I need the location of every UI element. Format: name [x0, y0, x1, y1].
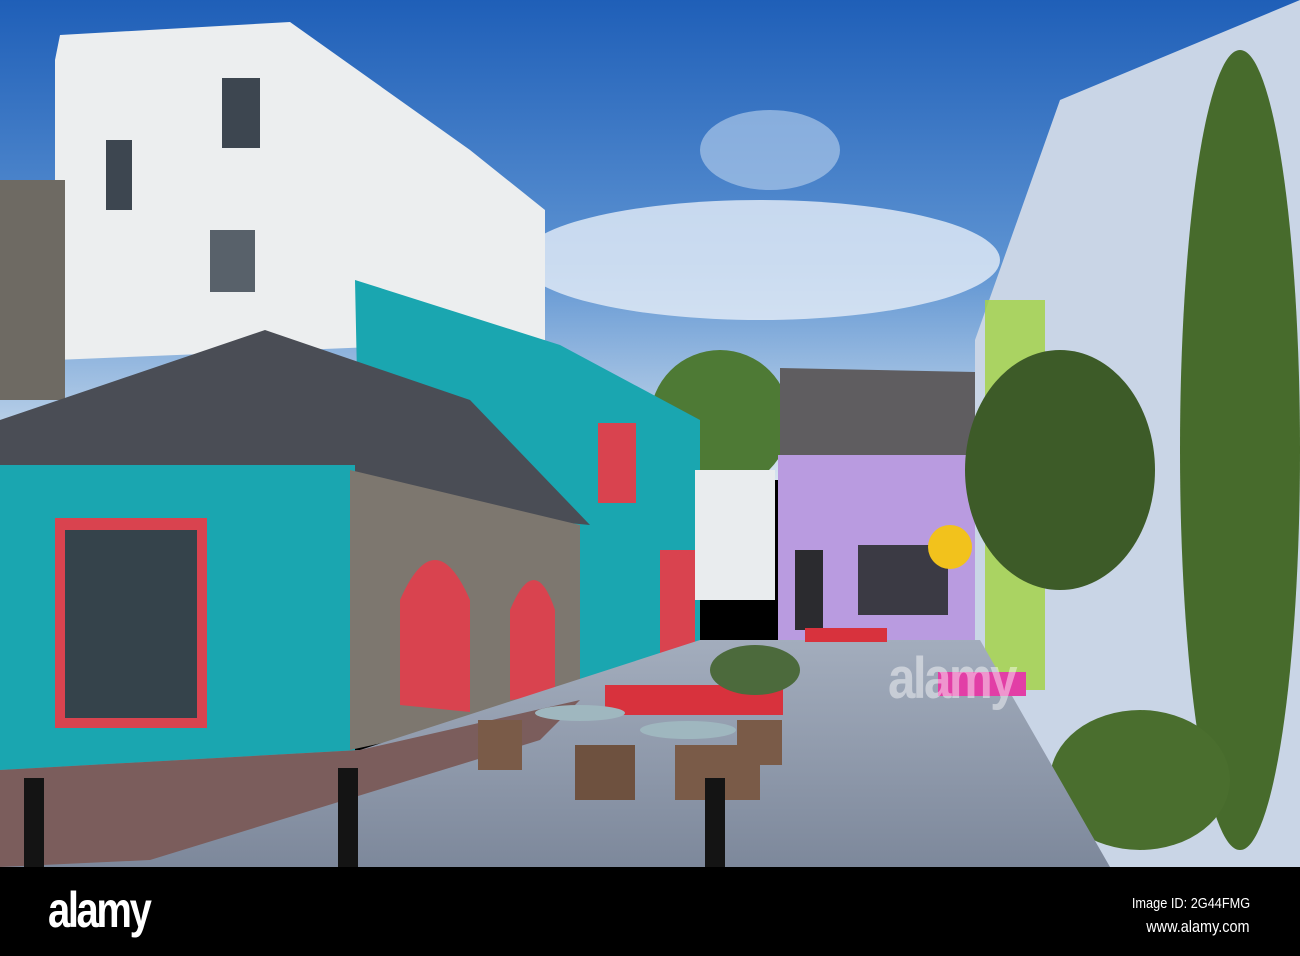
ivy — [965, 350, 1155, 590]
bollard — [24, 778, 44, 867]
door — [795, 550, 823, 630]
planter — [710, 645, 800, 695]
street-photo — [0, 0, 1300, 867]
door-glass — [65, 530, 197, 718]
window — [106, 140, 132, 210]
chair — [737, 720, 782, 765]
bollard — [338, 768, 358, 867]
footer-bar: alamy Image ID: 2G44FMG www.alamy.com — [0, 867, 1300, 956]
photo-stage: alamy alamy Image ID: 2G44FMG www.alamy.… — [0, 0, 1300, 956]
bollard — [705, 778, 725, 867]
website-link: www.alamy.com — [1146, 917, 1250, 936]
red-bench — [805, 628, 887, 642]
left-grey-building — [0, 180, 65, 400]
chair — [575, 745, 635, 800]
cloud — [520, 200, 1000, 320]
window — [222, 78, 260, 148]
purple-building-roof — [780, 368, 975, 460]
chair — [478, 720, 522, 770]
white-house — [695, 470, 775, 600]
table — [535, 705, 625, 721]
yellow-sign — [928, 525, 972, 569]
arched-window — [400, 560, 470, 712]
arched-window — [510, 580, 555, 700]
cloud — [700, 110, 840, 190]
watermark-text: alamy — [888, 646, 1018, 711]
red-sign — [598, 423, 636, 503]
table — [640, 721, 736, 739]
alamy-logo: alamy — [48, 882, 152, 938]
window — [210, 230, 255, 292]
image-id: Image ID: 2G44FMG — [1131, 895, 1250, 912]
